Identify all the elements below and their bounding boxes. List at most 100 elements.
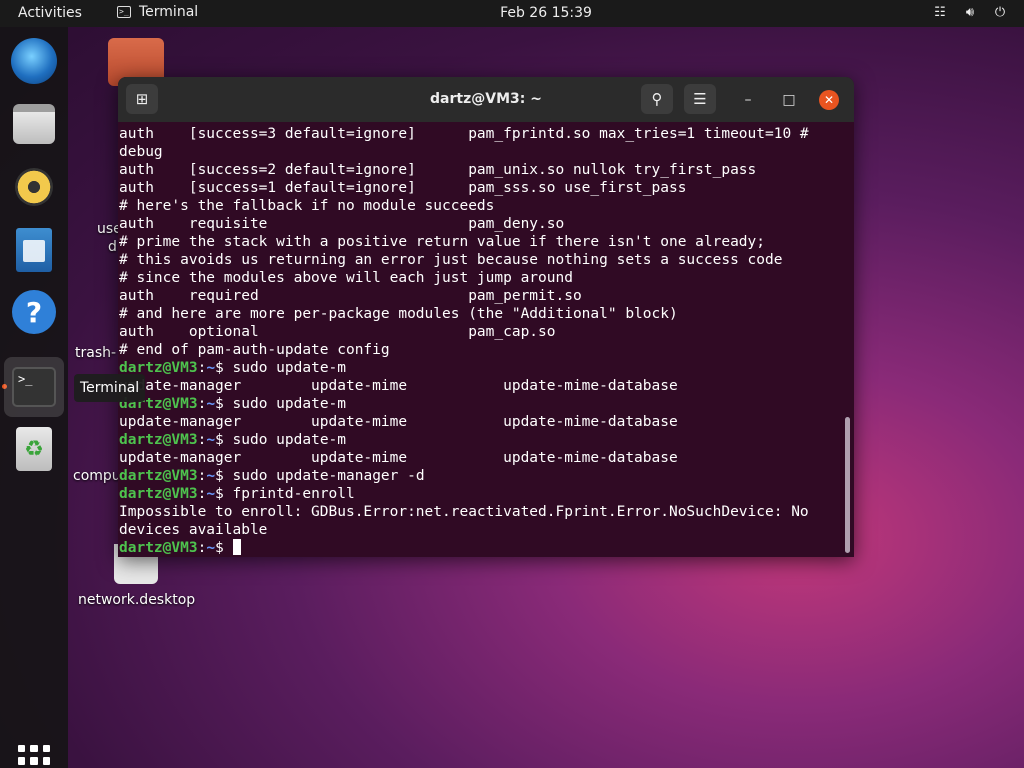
terminal-line: # since the modules above will each just…	[119, 269, 842, 287]
writer-icon	[16, 228, 52, 272]
scrollbar[interactable]	[845, 417, 850, 553]
power-icon[interactable]: ⏻	[992, 5, 1008, 20]
system-tray[interactable]: ☷ 🔊︎ ⏻	[932, 5, 1008, 20]
dock-rhythmbox[interactable]	[10, 163, 58, 211]
desktop-label-trash[interactable]: trash-	[75, 345, 116, 361]
dock-writer[interactable]	[10, 226, 58, 274]
close-button[interactable]: ✕	[819, 90, 839, 110]
volume-icon[interactable]: 🔊︎	[962, 5, 978, 20]
thunderbird-icon	[11, 38, 57, 84]
prompt-separator: :	[197, 432, 207, 448]
dock-files[interactable]	[10, 100, 58, 148]
dock-tooltip: Terminal	[74, 374, 146, 402]
terminal-line: dartz@VM3:~$ sudo update-m	[119, 359, 842, 377]
prompt-user: dartz@VM3	[119, 432, 198, 448]
prompt-path: ~	[206, 540, 216, 555]
text-cursor	[232, 539, 241, 555]
prompt-user: dartz@VM3	[119, 468, 198, 484]
prompt-symbol: $	[215, 396, 233, 412]
output-text: auth required pam_permit.so	[119, 288, 582, 304]
output-text: Impossible to enroll: GDBus.Error:net.re…	[119, 504, 809, 520]
prompt-path: ~	[206, 396, 216, 412]
dock-terminal[interactable]: >_	[4, 357, 64, 417]
desktop-label-network[interactable]: network.desktop	[78, 592, 195, 608]
prompt-separator: :	[197, 396, 207, 412]
prompt-path: ~	[206, 486, 216, 502]
output-text: update-manager update-mime update-mime-d…	[119, 378, 678, 394]
prompt-separator: :	[197, 486, 207, 502]
terminal-window: ⊞ dartz@VM3: ~ ⚲ ☰ – □ ✕ auth [success=3…	[118, 77, 854, 557]
terminal-icon: >_	[12, 367, 56, 407]
show-applications-icon[interactable]	[18, 745, 50, 768]
output-text: debug	[119, 144, 163, 160]
clock[interactable]: Feb 26 15:39	[0, 5, 1024, 21]
terminal-line: devices available	[119, 521, 842, 539]
terminal-line: auth optional pam_cap.so	[119, 323, 842, 341]
prompt-path: ~	[206, 468, 216, 484]
terminal-line: auth [success=3 default=ignore] pam_fpri…	[119, 125, 842, 143]
minimize-button[interactable]: –	[738, 90, 758, 110]
terminal-line: # and here are more per-package modules …	[119, 305, 842, 323]
dock-thunderbird[interactable]	[10, 37, 58, 85]
menu-button[interactable]: ☰	[684, 84, 716, 114]
search-icon: ⚲	[651, 90, 663, 108]
terminal-line: update-manager update-mime update-mime-d…	[119, 449, 842, 467]
prompt-separator: :	[197, 468, 207, 484]
hamburger-menu-icon: ☰	[693, 90, 707, 108]
prompt-path: ~	[206, 432, 216, 448]
terminal-line: dartz@VM3:~$	[119, 539, 842, 555]
terminal-line: # prime the stack with a positive return…	[119, 233, 842, 251]
command-text: sudo update-m	[232, 396, 347, 412]
output-text: # here's the fallback if no module succe…	[119, 198, 495, 214]
output-text: auth [success=2 default=ignore] pam_unix…	[119, 162, 757, 178]
terminal-line: Impossible to enroll: GDBus.Error:net.re…	[119, 503, 842, 521]
terminal-line: # end of pam-auth-update config	[119, 341, 842, 359]
command-text: sudo update-manager -d	[232, 468, 425, 484]
output-text: # prime the stack with a positive return…	[119, 234, 766, 250]
terminal-line: auth requisite pam_deny.so	[119, 215, 842, 233]
output-text: # this avoids us returning an error just…	[119, 252, 783, 268]
files-icon	[13, 104, 55, 144]
terminal-line: dartz@VM3:~$ sudo update-m	[119, 395, 842, 413]
output-text: # since the modules above will each just…	[119, 270, 573, 286]
terminal-line: update-manager update-mime update-mime-d…	[119, 413, 842, 431]
terminal-line: dartz@VM3:~$ fprintd-enroll	[119, 485, 842, 503]
title-bar[interactable]: ⊞ dartz@VM3: ~ ⚲ ☰ – □ ✕	[118, 77, 854, 122]
prompt-symbol: $	[215, 486, 233, 502]
output-text: auth [success=3 default=ignore] pam_fpri…	[119, 126, 809, 142]
output-text: auth requisite pam_deny.so	[119, 216, 565, 232]
search-button[interactable]: ⚲	[641, 84, 673, 114]
output-text: # end of pam-auth-update config	[119, 342, 390, 358]
command-text: fprintd-enroll	[232, 486, 355, 502]
command-text: sudo update-m	[232, 360, 347, 376]
terminal-line: # this avoids us returning an error just…	[119, 251, 842, 269]
trash-icon: ♻	[16, 427, 52, 471]
prompt-user: dartz@VM3	[119, 540, 198, 555]
terminal-line: update-manager update-mime update-mime-d…	[119, 377, 842, 395]
terminal-line: dartz@VM3:~$ sudo update-m	[119, 431, 842, 449]
output-text: # and here are more per-package modules …	[119, 306, 678, 322]
prompt-symbol: $	[215, 468, 233, 484]
desktop-label-d[interactable]: d	[108, 239, 117, 255]
prompt-symbol: $	[215, 540, 233, 555]
terminal-line: auth [success=2 default=ignore] pam_unix…	[119, 161, 842, 179]
prompt-path: ~	[206, 360, 216, 376]
terminal-line: # here's the fallback if no module succe…	[119, 197, 842, 215]
maximize-button[interactable]: □	[779, 90, 799, 110]
output-text: devices available	[119, 522, 268, 538]
top-bar: Activities >_ Terminal Feb 26 15:39 ☷ 🔊︎…	[0, 0, 1024, 27]
dock-trash[interactable]: ♻	[10, 425, 58, 473]
terminal-line: auth required pam_permit.so	[119, 287, 842, 305]
rhythmbox-icon	[15, 168, 53, 206]
terminal-line: auth [success=1 default=ignore] pam_sss.…	[119, 179, 842, 197]
dock-help[interactable]: ?	[10, 288, 58, 336]
command-text: sudo update-m	[232, 432, 347, 448]
dock: ? >_ ♻	[0, 27, 68, 768]
network-icon[interactable]: ☷	[932, 5, 948, 20]
prompt-user: dartz@VM3	[119, 486, 198, 502]
prompt-symbol: $	[215, 360, 233, 376]
output-text: update-manager update-mime update-mime-d…	[119, 450, 678, 466]
prompt-separator: :	[197, 540, 207, 555]
desktop-label-computer[interactable]: compu	[73, 468, 121, 484]
terminal-output[interactable]: auth [success=3 default=ignore] pam_fpri…	[118, 125, 842, 555]
